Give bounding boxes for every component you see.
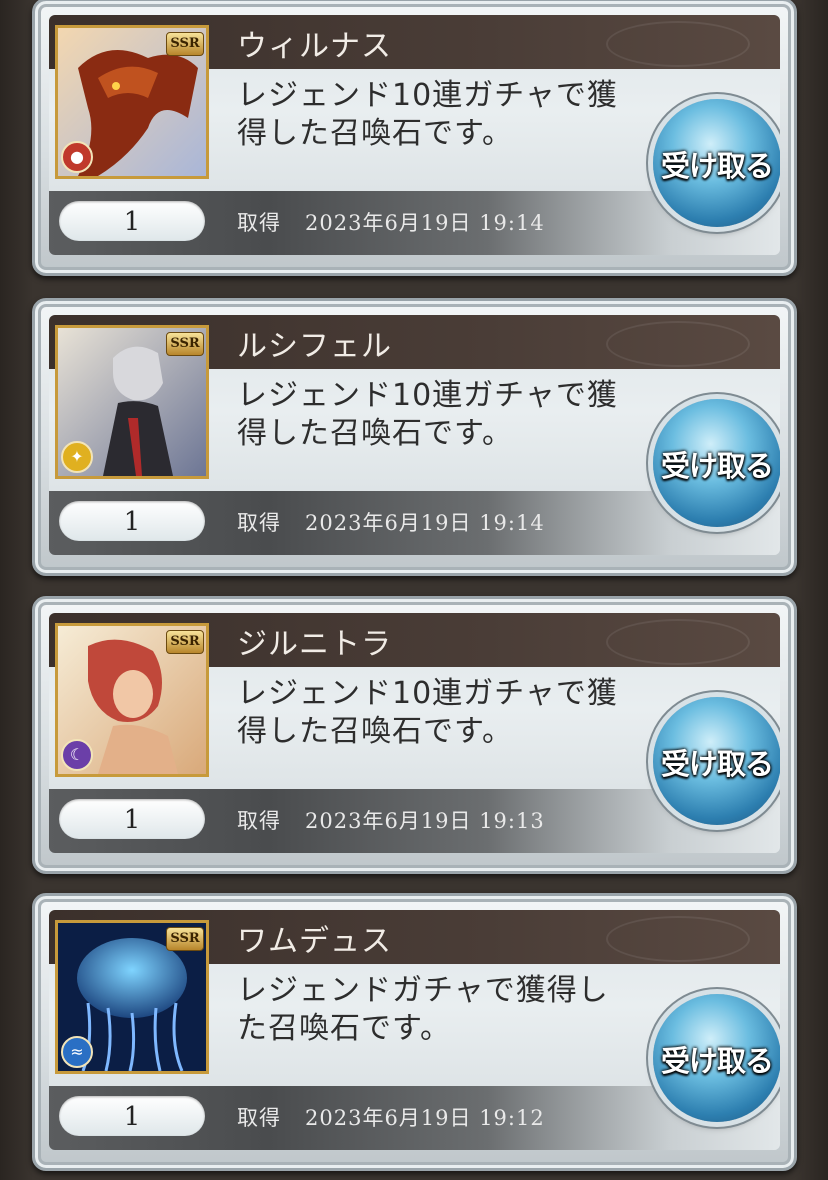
item-description: レジェンド10連ガチャで獲 得した召喚石です。 xyxy=(237,675,627,751)
rarity-badge: SSR xyxy=(166,332,204,356)
rarity-badge: SSR xyxy=(166,630,204,654)
list-item: ウィルナス レジェンド10連ガチャで獲 得した召喚石です。 1 取得 2023年6… xyxy=(32,0,797,276)
item-name: ジルニトラ xyxy=(237,627,392,662)
summon-thumbnail[interactable]: SSR ✦ xyxy=(55,325,209,479)
water-element-icon: ≈ xyxy=(61,1036,93,1068)
card-body: ルシフェル レジェンド10連ガチャで獲 得した召喚石です。 1 取得 2023年6… xyxy=(49,315,780,555)
element-glyph: ● xyxy=(70,147,84,166)
list-item: ルシフェル レジェンド10連ガチャで獲 得した召喚石です。 1 取得 2023年6… xyxy=(32,298,797,576)
acquired-date: 2023年6月19日 19:14 xyxy=(305,511,545,535)
acquired-info: 取得 2023年6月19日 19:13 xyxy=(237,805,545,835)
summon-thumbnail[interactable]: SSR ≈ xyxy=(55,920,209,1074)
receive-button-label: 受け取る xyxy=(660,1044,774,1078)
acquired-label: 取得 xyxy=(237,809,281,833)
fire-element-icon: ● xyxy=(61,141,93,173)
item-name: ルシフェル xyxy=(237,329,392,364)
item-description: レジェンド10連ガチャで獲 得した召喚石です。 xyxy=(237,77,627,153)
acquired-label: 取得 xyxy=(237,511,281,535)
description-line: た召喚石です。 xyxy=(237,1011,451,1046)
acquired-info: 取得 2023年6月19日 19:14 xyxy=(237,507,545,537)
summon-thumbnail[interactable]: SSR ☾ xyxy=(55,623,209,777)
description-line: 得した召喚石です。 xyxy=(237,116,513,151)
card-body: ワムデュス レジェンドガチャで獲得し た召喚石です。 1 取得 2023年6月19… xyxy=(49,910,780,1150)
rarity-badge: SSR xyxy=(166,32,204,56)
rarity-badge: SSR xyxy=(166,927,204,951)
element-glyph: ✦ xyxy=(70,447,84,466)
receive-button[interactable]: 受け取る xyxy=(653,994,780,1122)
description-line: レジェンドガチャで獲得し xyxy=(237,973,609,1008)
card-body: ジルニトラ レジェンド10連ガチャで獲 得した召喚石です。 1 取得 2023年6… xyxy=(49,613,780,853)
receive-button-label: 受け取る xyxy=(660,747,774,781)
receive-button-label: 受け取る xyxy=(660,449,774,483)
item-description: レジェンドガチャで獲得し た召喚石です。 xyxy=(237,972,627,1048)
receive-button[interactable]: 受け取る xyxy=(653,697,780,825)
quantity-badge: 1 xyxy=(59,799,205,839)
acquired-date: 2023年6月19日 19:14 xyxy=(305,211,545,235)
acquired-date: 2023年6月19日 19:12 xyxy=(305,1106,545,1130)
receive-button[interactable]: 受け取る xyxy=(653,99,780,227)
acquired-label: 取得 xyxy=(237,1106,281,1130)
acquired-date: 2023年6月19日 19:13 xyxy=(305,809,545,833)
description-line: レジェンド10連ガチャで獲 xyxy=(237,378,618,413)
description-line: 得した召喚石です。 xyxy=(237,714,513,749)
list-item: ジルニトラ レジェンド10連ガチャで獲 得した召喚石です。 1 取得 2023年6… xyxy=(32,596,797,874)
description-line: レジェンド10連ガチャで獲 xyxy=(237,676,618,711)
element-glyph: ≈ xyxy=(70,1042,84,1061)
item-name: ウィルナス xyxy=(237,29,392,64)
summon-thumbnail[interactable]: SSR ● xyxy=(55,25,209,179)
description-line: レジェンド10連ガチャで獲 xyxy=(237,78,618,113)
quantity-badge: 1 xyxy=(59,501,205,541)
quantity-badge: 1 xyxy=(59,201,205,241)
list-item: ワムデュス レジェンドガチャで獲得し た召喚石です。 1 取得 2023年6月19… xyxy=(32,893,797,1171)
item-description: レジェンド10連ガチャで獲 得した召喚石です。 xyxy=(237,377,627,453)
element-glyph: ☾ xyxy=(69,745,85,764)
receive-button-label: 受け取る xyxy=(660,149,774,183)
acquired-info: 取得 2023年6月19日 19:14 xyxy=(237,207,545,237)
item-name: ワムデュス xyxy=(237,924,392,959)
acquired-info: 取得 2023年6月19日 19:12 xyxy=(237,1102,545,1132)
card-body: ウィルナス レジェンド10連ガチャで獲 得した召喚石です。 1 取得 2023年6… xyxy=(49,15,780,255)
light-element-icon: ✦ xyxy=(61,441,93,473)
description-line: 得した召喚石です。 xyxy=(237,416,513,451)
receive-button[interactable]: 受け取る xyxy=(653,399,780,527)
dark-element-icon: ☾ xyxy=(61,739,93,771)
quantity-badge: 1 xyxy=(59,1096,205,1136)
acquired-label: 取得 xyxy=(237,211,281,235)
present-list: ウィルナス レジェンド10連ガチャで獲 得した召喚石です。 1 取得 2023年6… xyxy=(0,0,828,1180)
